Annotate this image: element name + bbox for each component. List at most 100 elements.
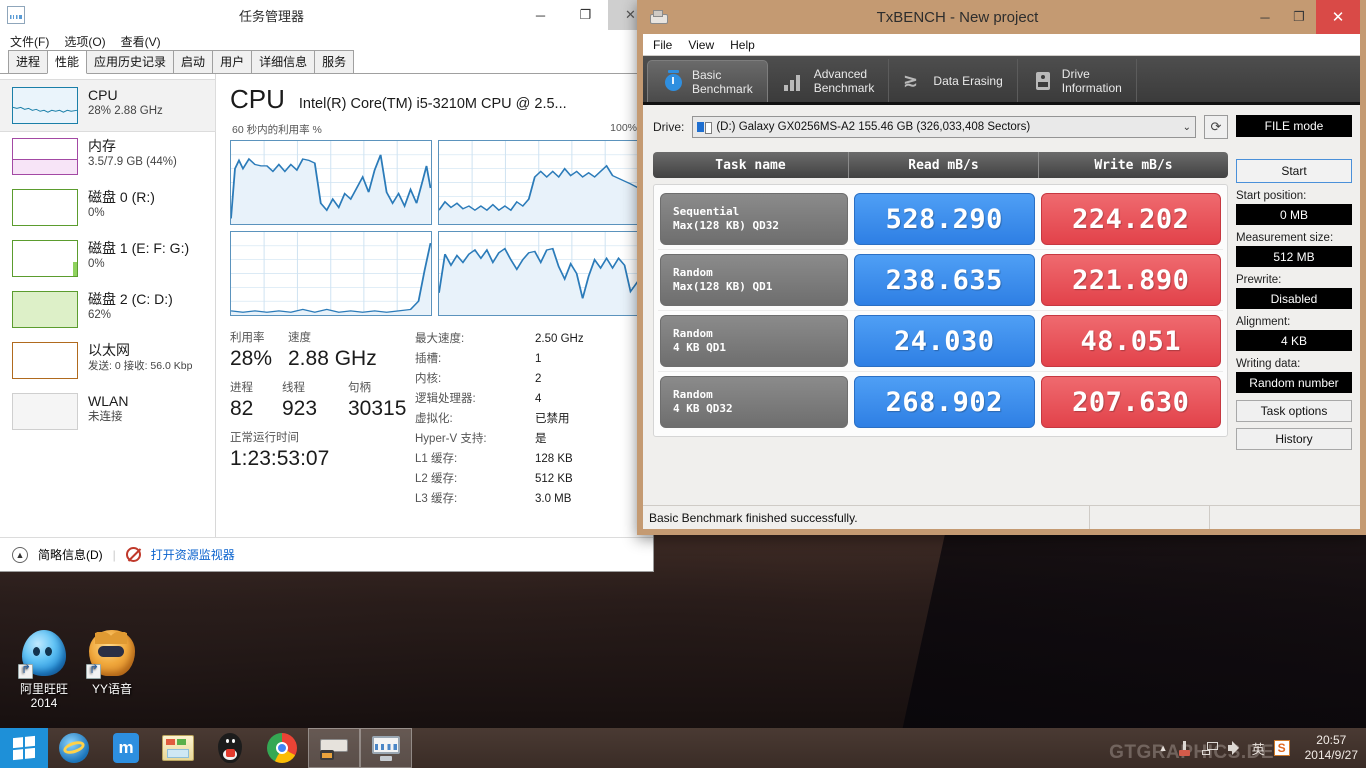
menu-item-file[interactable]: 文件(F) (10, 33, 49, 50)
value-l1-cache: 128 KB (535, 453, 573, 465)
label-max-speed: 最大速度: (415, 333, 465, 345)
minimize-button[interactable]: ─ (518, 0, 563, 30)
txbench-close-button[interactable]: ✕ (1316, 0, 1360, 34)
volume-icon[interactable] (1227, 741, 1243, 755)
graph-caption-row: 60 秒内的利用率 % 100% (232, 122, 637, 137)
txbench-maximize-button[interactable]: ❐ (1282, 2, 1316, 32)
value-alignment[interactable]: 4 KB (1236, 330, 1352, 351)
task-manager-window[interactable]: 任务管理器 ─ ❐ ✕ 文件(F) 选项(O) 查看(V) 进程 性能 应用历史… (0, 0, 654, 572)
taskbar-item-task-manager[interactable] (360, 728, 412, 768)
txbench-tabs[interactable]: Basic Benchmark Advanced Benchmark ≳ Dat… (643, 56, 1360, 105)
performance-sidebar[interactable]: CPU 28% 2.88 GHz 内存 3.5/7.9 GB (44%) 磁盘 … (0, 74, 216, 537)
sidebar-label-memory: 内存 (88, 138, 116, 154)
tab-startup[interactable]: 启动 (173, 50, 214, 73)
cpu-logical-processor-graphs[interactable] (230, 140, 639, 316)
tab-details[interactable]: 详细信息 (251, 50, 316, 73)
task-options-button[interactable]: Task options (1236, 400, 1352, 422)
history-button[interactable]: History (1236, 428, 1352, 450)
sidebar-label-disk-0: 磁盘 0 (R:) (88, 189, 155, 205)
sidebar-item-memory[interactable]: 内存 3.5/7.9 GB (44%) (0, 131, 215, 182)
drive-select[interactable]: (D:) Galaxy GX0256MS-A2 155.46 GB (326,0… (692, 116, 1196, 138)
less-details-button[interactable]: 简略信息(D) (38, 546, 103, 563)
wlan-thumbnail (12, 393, 78, 430)
value-prewrite[interactable]: Disabled (1236, 288, 1352, 309)
taskbar-item-file-explorer[interactable] (152, 728, 204, 768)
taskbar-item-maxthon[interactable]: m (100, 728, 152, 768)
sidebar-item-disk-2[interactable]: 磁盘 2 (C: D:) 62% (0, 284, 215, 335)
cpu-stats-right: 最大速度: 2.50 GHz 插槽: 1 内核: 2 逻辑处理器: 4 虚拟化:… (415, 329, 639, 509)
network-icon[interactable] (1201, 741, 1219, 756)
task-cell[interactable]: Sequential Max(128 KB) QD32 (660, 193, 848, 245)
task-manager-tabs[interactable]: 进程 性能 应用历史记录 启动 用户 详细信息 服务 (0, 50, 653, 74)
menu-item-options[interactable]: 选项(O) (64, 33, 105, 50)
label-uptime: 正常运行时间 (230, 432, 299, 444)
stat-row-l3-cache: L3 缓存: 3.0 MB (415, 489, 639, 509)
txbench-menu-view[interactable]: View (688, 38, 714, 52)
value-virtualization: 已禁用 (535, 413, 570, 425)
sidebar-item-ethernet[interactable]: 以太网 发送: 0 接收: 56.0 Kbp (0, 335, 215, 386)
taskbar-item-chrome[interactable] (256, 728, 308, 768)
label-l1-cache: L1 缓存: (415, 453, 458, 465)
erase-icon: ≳ (903, 70, 918, 90)
sidebar-item-disk-0[interactable]: 磁盘 0 (R:) 0% (0, 182, 215, 233)
chevron-down-icon[interactable]: ⌄ (1183, 122, 1191, 133)
table-row[interactable]: Random 4 KB QD32 268.902 207.630 (658, 372, 1223, 432)
start-button[interactable] (0, 728, 48, 768)
start-button[interactable]: Start (1236, 159, 1352, 183)
table-row[interactable]: Sequential Max(128 KB) QD32 528.290 224.… (658, 189, 1223, 250)
tab-basic-benchmark[interactable]: Basic Benchmark (647, 60, 768, 102)
tab-services[interactable]: 服务 (314, 50, 355, 73)
value-start-position[interactable]: 0 MB (1236, 204, 1352, 225)
task-manager-titlebar[interactable]: 任务管理器 ─ ❐ ✕ (0, 0, 653, 30)
txbench-menu-help[interactable]: Help (730, 38, 755, 52)
txbench-menu-file[interactable]: File (653, 38, 672, 52)
txbench-window[interactable]: TxBENCH - New project ─ ❐ ✕ File View He… (637, 0, 1366, 535)
sogou-icon[interactable]: S (1273, 740, 1290, 756)
tab-drive-information[interactable]: Drive Information (1018, 59, 1137, 102)
task-manager-menubar[interactable]: 文件(F) 选项(O) 查看(V) (0, 30, 653, 52)
maxthon-icon: m (113, 733, 139, 763)
sidebar-item-cpu[interactable]: CPU 28% 2.88 GHz (0, 79, 216, 132)
value-writing-data[interactable]: Random number (1236, 372, 1352, 393)
tab-performance[interactable]: 性能 (47, 50, 88, 74)
refresh-button[interactable]: ⟳ (1204, 115, 1228, 139)
tab-data-erasing[interactable]: ≳ Data Erasing (889, 59, 1018, 102)
usb-icon[interactable] (1177, 740, 1193, 756)
txbench-minimize-button[interactable]: ─ (1248, 2, 1282, 32)
taskbar[interactable]: m GTGRAPHICS.DE ▲ 英 S 20:57 2014/9/27 (0, 728, 1366, 768)
sidebar-item-disk-1[interactable]: 磁盘 1 (E: F: G:) 0% (0, 233, 215, 284)
task-manager-footer[interactable]: ▲ 简略信息(D) | 打开资源监视器 (0, 537, 653, 571)
taskbar-item-txbench[interactable] (308, 728, 360, 768)
write-value: 48.051 (1040, 315, 1221, 367)
tab-processes[interactable]: 进程 (8, 50, 49, 73)
open-resource-monitor-link[interactable]: 打开资源监视器 (151, 546, 235, 563)
file-mode-indicator[interactable]: FILE mode (1236, 115, 1352, 137)
cpu-graph-cpu1 (437, 140, 639, 225)
table-row[interactable]: Random Max(128 KB) QD1 238.635 221.890 (658, 250, 1223, 311)
task-cell[interactable]: Random 4 KB QD32 (660, 376, 848, 428)
desktop-icon-yy-voice[interactable]: YY语音 (68, 630, 156, 696)
txbench-menubar[interactable]: File View Help (643, 34, 1360, 56)
column-header-read: Read mB/s (849, 152, 1039, 178)
tab-users[interactable]: 用户 (212, 50, 253, 73)
clock[interactable]: 20:57 2014/9/27 (1299, 733, 1358, 763)
taskbar-item-qq[interactable] (204, 728, 256, 768)
task-cell[interactable]: Random Max(128 KB) QD1 (660, 254, 848, 306)
menu-item-view[interactable]: 查看(V) (121, 33, 161, 50)
txbench-titlebar[interactable]: TxBENCH - New project ─ ❐ ✕ (643, 0, 1360, 34)
task-cell[interactable]: Random 4 KB QD1 (660, 315, 848, 367)
task-line1: Random (673, 388, 713, 401)
drive-select-value: (D:) Galaxy GX0256MS-A2 155.46 GB (326,0… (716, 121, 1031, 133)
value-measurement-size[interactable]: 512 MB (1236, 246, 1352, 267)
tab-advanced-benchmark[interactable]: Advanced Benchmark (770, 59, 890, 102)
graph-caption: 60 秒内的利用率 % (232, 124, 322, 136)
memory-thumbnail (12, 138, 78, 175)
maximize-button[interactable]: ❐ (563, 0, 608, 30)
tab-app-history[interactable]: 应用历史记录 (86, 50, 175, 73)
taskbar-item-internet-explorer[interactable] (48, 728, 100, 768)
sidebar-item-wlan[interactable]: WLAN 未连接 (0, 386, 215, 437)
table-row[interactable]: Random 4 KB QD1 24.030 48.051 (658, 311, 1223, 372)
column-header-write: Write mB/s (1094, 157, 1173, 173)
chevron-up-icon[interactable]: ▲ (12, 546, 28, 563)
status-segment-2 (1090, 506, 1210, 529)
